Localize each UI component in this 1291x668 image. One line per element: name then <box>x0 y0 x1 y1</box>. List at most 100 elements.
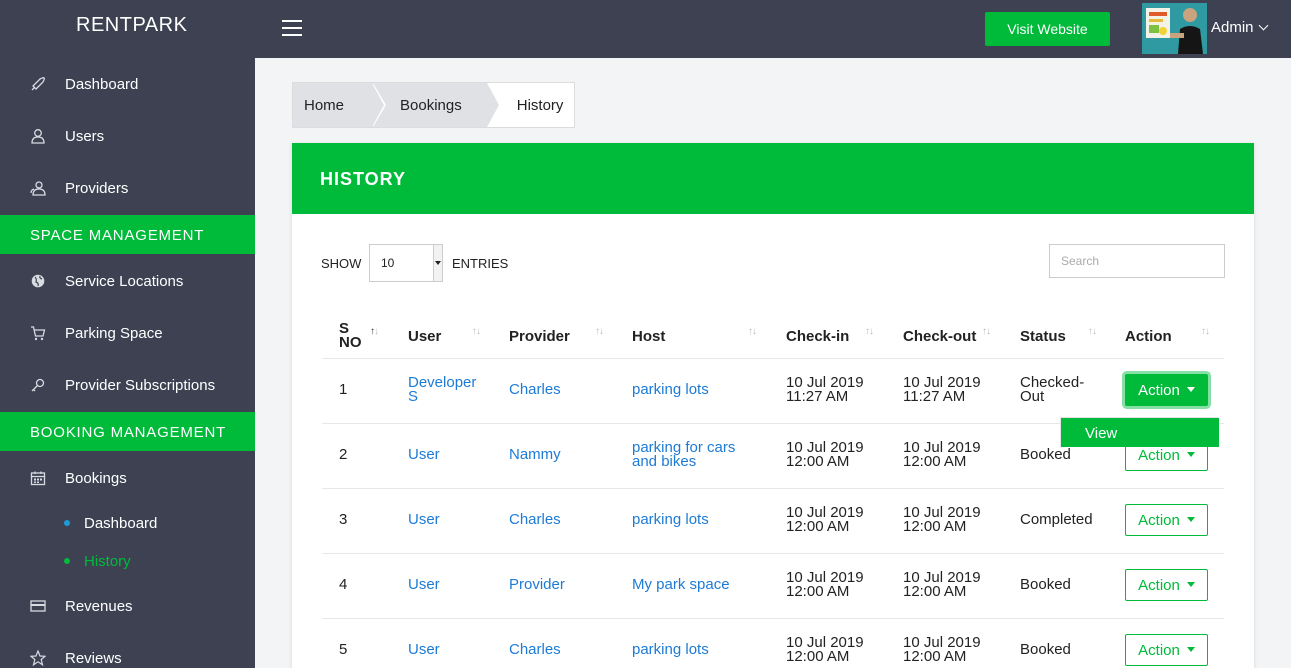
action-dropdown-button[interactable]: Action <box>1125 504 1208 536</box>
cell-provider-link[interactable]: Charles <box>509 382 561 397</box>
sort-icon[interactable]: ↑↓ <box>1201 326 1210 337</box>
avatar[interactable] <box>1142 3 1207 54</box>
action-label: Action <box>1138 381 1180 399</box>
cell-host-link[interactable]: My park space <box>632 577 730 592</box>
column-header-provider[interactable]: Provider <box>509 313 570 359</box>
sidebar-subitem-dashboard[interactable]: Dashboard <box>0 507 255 539</box>
checkin-time: 12:00 AM <box>786 583 850 600</box>
cell-checkin: 10 Jul 2019 11:27 AM <box>786 375 864 405</box>
cell-status: Booked <box>1020 446 1071 463</box>
dropdown-item-view[interactable]: View <box>1061 418 1219 447</box>
caret-down-icon <box>1186 386 1195 392</box>
sidebar-subitem-history[interactable]: History <box>0 545 255 577</box>
sidebar-subitem-label: Dashboard <box>84 514 158 532</box>
column-header-action[interactable]: Action <box>1125 313 1172 359</box>
checkout-time: 12:00 AM <box>903 583 967 600</box>
caret-down-icon <box>1186 516 1195 522</box>
action-dropdown-button[interactable]: Action <box>1125 374 1208 406</box>
cell-checkin: 10 Jul 2019 12:00 AM <box>786 440 864 469</box>
sidebar-item-parking-space[interactable]: Parking Space <box>0 307 255 359</box>
page-length-value: 10 <box>381 256 395 270</box>
column-header-host[interactable]: Host <box>632 313 665 359</box>
rocket-icon <box>29 75 47 93</box>
sort-icon[interactable]: ↑↓ <box>472 326 481 337</box>
sidebar-item-bookings[interactable]: Bookings <box>0 452 255 504</box>
cell-provider-link[interactable]: Charles <box>509 642 561 657</box>
user-icon <box>29 127 47 145</box>
top-bar: RENTPARK Visit Website Admin <box>0 0 1291 58</box>
checkin-time: 11:27 AM <box>786 388 849 405</box>
cell-status: Checked-Out <box>1020 374 1085 405</box>
cell-host-link[interactable]: parking lots <box>632 642 709 657</box>
cell-user-link[interactable]: User <box>408 577 440 592</box>
key-icon <box>29 376 47 394</box>
sidebar-item-reviews[interactable]: Reviews <box>0 632 255 668</box>
cell-user-link[interactable]: User <box>408 447 440 462</box>
cell-status: Completed <box>1020 511 1093 528</box>
sidebar-subitem-label: History <box>84 552 131 570</box>
cell-sno: 1 <box>339 381 348 398</box>
cell-checkin: 10 Jul 2019 12:00 AM <box>786 505 864 534</box>
cell-provider-link[interactable]: Provider <box>509 577 565 592</box>
column-header-sno[interactable]: S NO <box>339 313 362 359</box>
user-menu[interactable]: Admin <box>1211 19 1268 36</box>
column-header-status[interactable]: Status <box>1020 313 1066 359</box>
sidebar-item-label: Bookings <box>65 469 127 487</box>
table-divider <box>322 358 1224 359</box>
search-input[interactable] <box>1049 244 1225 278</box>
column-header-checkin[interactable]: Check-in <box>786 313 849 359</box>
cell-host-link[interactable]: parking lots <box>632 382 709 397</box>
action-dropdown-button[interactable]: Action <box>1125 634 1208 666</box>
section-header-booking-management: BOOKING MANAGEMENT <box>0 412 255 451</box>
action-dropdown-button[interactable]: Action <box>1125 569 1208 601</box>
cell-checkin: 10 Jul 2019 12:00 AM <box>786 635 864 664</box>
brand-logo[interactable]: RENTPARK <box>0 0 255 58</box>
cell-host-link[interactable]: parking for cars and bikes <box>632 440 752 469</box>
column-header-user[interactable]: User <box>408 313 441 359</box>
visit-website-button[interactable]: Visit Website <box>985 12 1110 46</box>
sidebar-item-label: Providers <box>65 179 129 197</box>
sidebar-item-label: Revenues <box>65 597 133 615</box>
breadcrumb-bookings[interactable]: Bookings <box>372 83 501 127</box>
sort-icon[interactable]: ↑↓ <box>748 326 757 337</box>
sort-icon[interactable]: ↑↓ <box>370 326 379 337</box>
show-label: SHOW <box>321 256 362 271</box>
cell-sno: 3 <box>339 511 348 528</box>
globe-icon <box>29 272 47 290</box>
cell-provider-link[interactable]: Charles <box>509 512 561 527</box>
sort-icon[interactable]: ↑↓ <box>982 326 991 337</box>
cell-checkout: 10 Jul 2019 12:00 AM <box>903 440 981 469</box>
cell-provider-link[interactable]: Nammy <box>509 447 561 462</box>
caret-down-icon <box>433 245 442 281</box>
menu-toggle-icon[interactable] <box>282 20 302 36</box>
sidebar-item-users[interactable]: Users <box>0 110 255 162</box>
calendar-icon <box>29 469 47 487</box>
cell-user-link[interactable]: User <box>408 642 440 657</box>
cell-host-link[interactable]: parking lots <box>632 512 709 527</box>
column-header-checkout[interactable]: Check-out <box>903 313 976 359</box>
table-divider <box>322 553 1224 554</box>
cell-user-link[interactable]: User <box>408 512 440 527</box>
action-dropdown-menu: View <box>1060 417 1219 447</box>
sidebar-item-revenues[interactable]: Revenues <box>0 580 255 632</box>
breadcrumb-home[interactable]: Home <box>293 83 387 127</box>
table-divider <box>322 618 1224 619</box>
caret-down-icon <box>1186 451 1195 457</box>
action-label: Action <box>1138 446 1180 464</box>
cell-checkout: 10 Jul 2019 12:00 AM <box>903 635 981 664</box>
action-label: Action <box>1138 576 1180 594</box>
sidebar-item-label: Dashboard <box>65 75 139 93</box>
sidebar-item-dashboard[interactable]: Dashboard <box>0 58 255 110</box>
bullet-icon <box>64 558 70 564</box>
sort-icon[interactable]: ↑↓ <box>595 326 604 337</box>
cell-user-link[interactable]: Developer S <box>408 375 488 404</box>
cell-checkout: 10 Jul 2019 11:27 AM <box>903 375 981 405</box>
sidebar-item-provider-subscriptions[interactable]: Provider Subscriptions <box>0 359 255 411</box>
sort-icon[interactable]: ↑↓ <box>865 326 874 337</box>
sort-icon[interactable]: ↑↓ <box>1088 326 1097 337</box>
page-length-select[interactable]: 10 <box>369 244 443 282</box>
sidebar-item-label: Parking Space <box>65 324 163 342</box>
sidebar-item-service-locations[interactable]: Service Locations <box>0 255 255 307</box>
checkout-time: 11:27 AM <box>903 388 966 405</box>
sidebar-item-providers[interactable]: Providers <box>0 162 255 214</box>
